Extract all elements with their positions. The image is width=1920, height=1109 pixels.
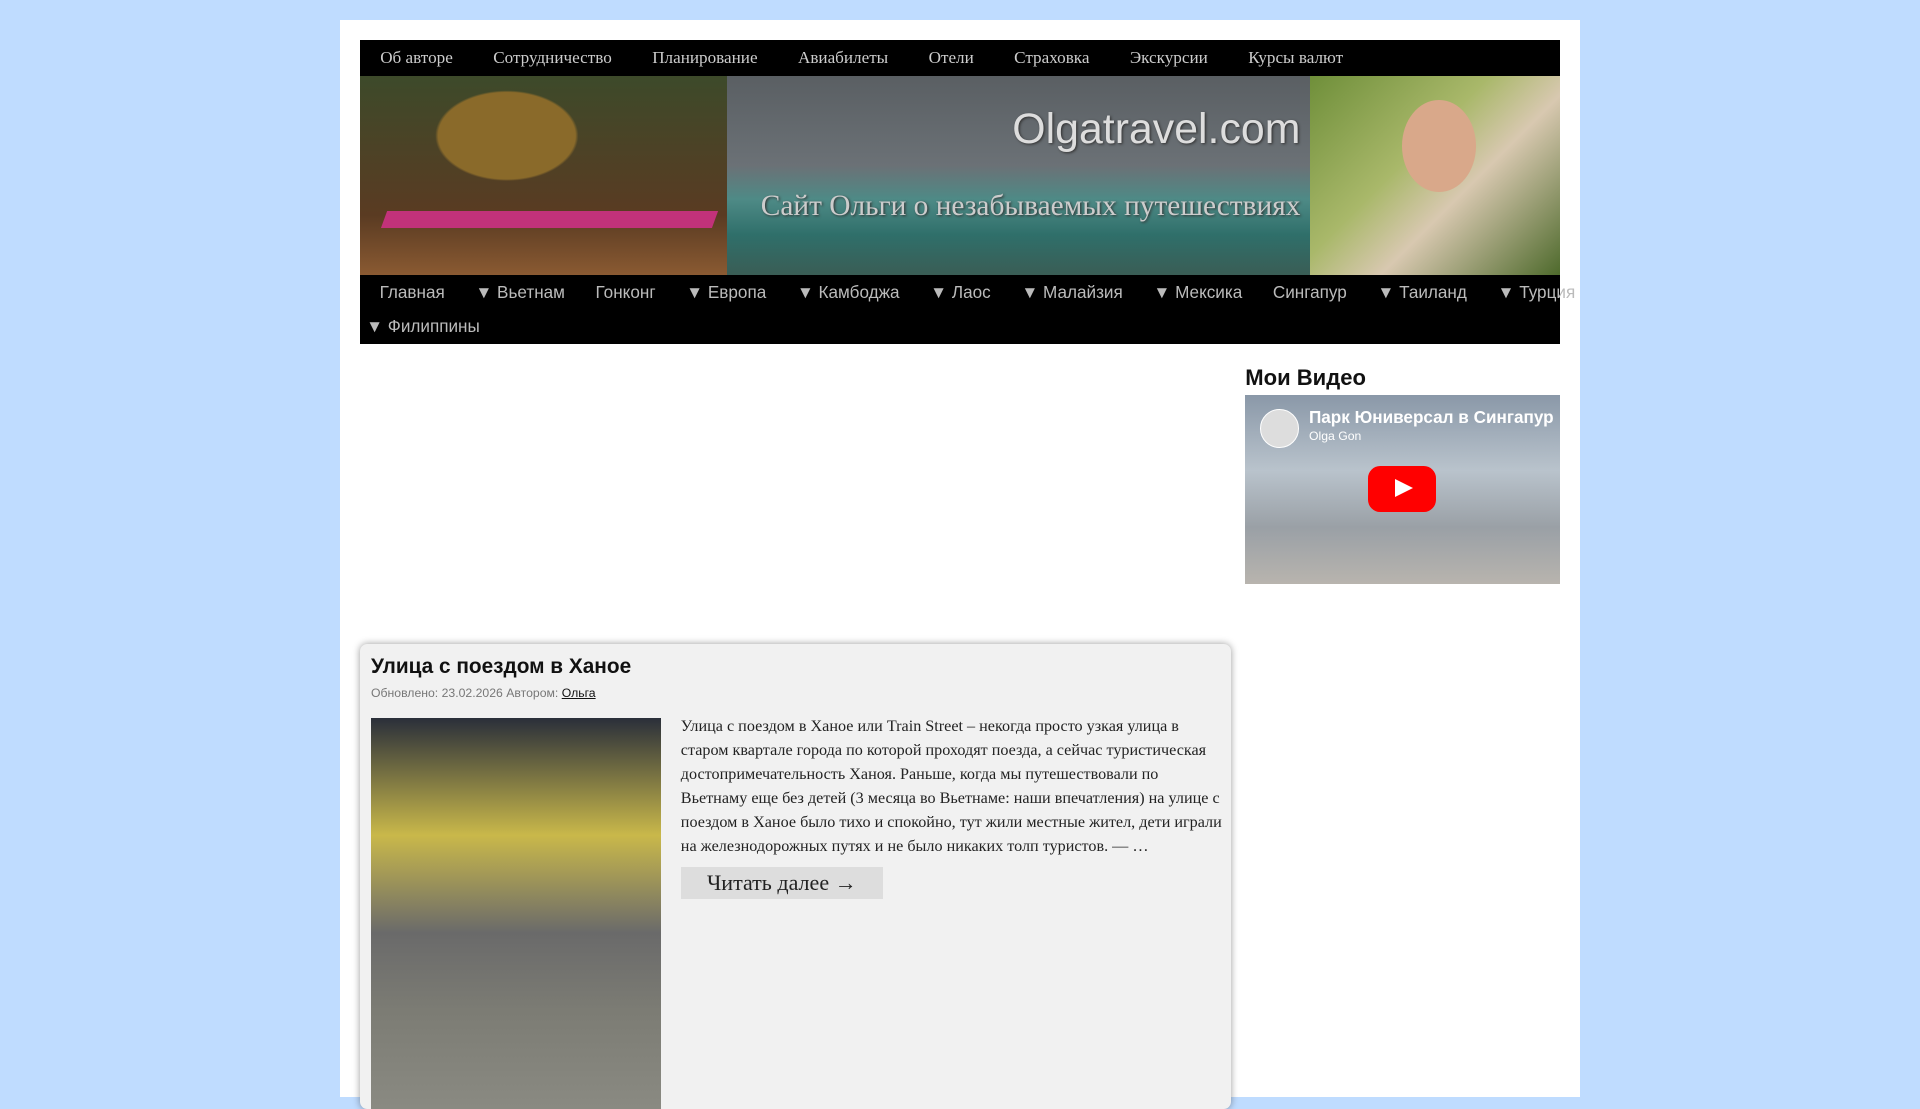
main-nav-item[interactable]: ▼ Филиппины <box>360 316 491 337</box>
author-link[interactable]: Ольга <box>562 686 596 700</box>
author-portrait <box>1310 75 1560 276</box>
main-nav-item[interactable]: ▼ Таиланд <box>1358 282 1478 303</box>
sidebar: Мои Видео Парк Юниверсал в Сингапуре Olg… <box>1245 364 1560 585</box>
main-nav-item[interactable]: ▼ Мексика <box>1134 282 1254 303</box>
main-nav-item[interactable]: Сингапур <box>1253 282 1358 303</box>
sidebar-heading: Мои Видео <box>1245 364 1366 390</box>
main-nav-item[interactable]: ▼ Вьетнам <box>456 282 576 303</box>
post-excerpt: Улица с поездом в Ханое или Train Street… <box>680 718 1222 856</box>
top-nav-item[interactable]: Об авторе <box>360 48 473 68</box>
video-title[interactable]: Парк Юниверсал в Сингапуре <box>1309 407 1554 428</box>
play-icon[interactable] <box>1367 465 1437 513</box>
site-title[interactable]: Olgatravel.com <box>1012 105 1300 154</box>
main-nav-item[interactable]: ▼ Малайзия <box>1002 282 1134 303</box>
main-nav-item[interactable]: Гонконг <box>576 282 667 303</box>
beach-image <box>359 75 728 276</box>
video-embed[interactable]: Парк Юниверсал в Сингапуре Olga Gon <box>1245 394 1560 585</box>
page-container: Об авторе Сотрудничество Планирование Ав… <box>340 19 1580 1109</box>
top-nav-item[interactable]: Отели <box>908 48 994 68</box>
post-title[interactable]: Улица с поездом в Ханое <box>371 655 631 679</box>
top-nav-item[interactable]: Страховка <box>994 48 1110 68</box>
beach-image-lounger <box>381 210 719 228</box>
post-card: Улица с поездом в Ханое Обновлено: 23.02… <box>359 644 1231 1109</box>
main-nav: Главная ▼ Вьетнам Гонконг ▼ Европа ▼ Кам… <box>359 275 1575 345</box>
top-nav-item[interactable]: Экскурсии <box>1110 48 1228 68</box>
main-nav-item[interactable]: ▼ Камбоджа <box>777 282 910 303</box>
top-nav-item[interactable]: Авиабилеты <box>778 48 909 68</box>
video-channel: Olga Gon <box>1308 428 1362 443</box>
read-more-button[interactable]: Читать далее → <box>680 866 883 899</box>
post-thumbnail[interactable] <box>371 717 662 1109</box>
main-nav-item[interactable]: ▼ Лаос <box>911 282 1002 303</box>
channel-avatar[interactable] <box>1259 409 1299 448</box>
site-description: Сайт Ольги о незабываемых путешествиях <box>760 189 1301 222</box>
post-meta: Обновлено: 23.02.2026 Автором: Ольга <box>371 686 596 700</box>
header-banner[interactable]: Olgatravel.com Сайт Ольги о незабываемых… <box>359 75 1560 276</box>
portrait-face <box>1402 100 1476 193</box>
top-nav-item[interactable]: Курсы валют <box>1228 48 1363 68</box>
top-nav-item[interactable]: Сотрудничество <box>473 48 632 68</box>
main-nav-item[interactable]: ▼ Европа <box>667 282 778 303</box>
top-nav: Об авторе Сотрудничество Планирование Ав… <box>359 40 1560 76</box>
top-nav-item[interactable]: Планирование <box>632 48 778 68</box>
main-nav-item[interactable]: ▼ Турция <box>1478 282 1586 303</box>
post-meta-text: Обновлено: 23.02.2026 Автором: <box>371 685 562 700</box>
main-nav-item[interactable]: Главная <box>360 282 456 303</box>
